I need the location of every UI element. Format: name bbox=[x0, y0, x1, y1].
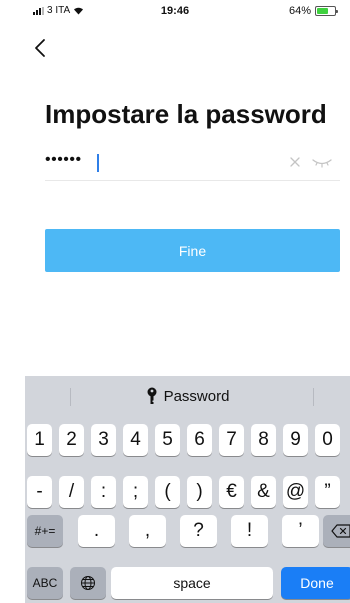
password-field[interactable]: •••••• bbox=[45, 145, 340, 181]
key-4[interactable]: 4 bbox=[123, 424, 148, 456]
done-button[interactable]: Fine bbox=[45, 229, 340, 272]
key-paren-close[interactable]: ) bbox=[187, 476, 212, 508]
key-quote[interactable]: ” bbox=[315, 476, 340, 508]
battery-group: 64% bbox=[289, 5, 339, 17]
key-slash[interactable]: / bbox=[59, 476, 84, 508]
key-paren-open[interactable]: ( bbox=[155, 476, 180, 508]
key-comma[interactable]: , bbox=[129, 515, 166, 547]
suggestion-bar: Password bbox=[25, 376, 350, 416]
text-cursor bbox=[97, 154, 99, 172]
page-title: Impostare la password bbox=[45, 99, 327, 129]
key-0[interactable]: 0 bbox=[315, 424, 340, 456]
key-3[interactable]: 3 bbox=[91, 424, 116, 456]
keyboard-done-key[interactable]: Done bbox=[281, 567, 350, 599]
key-hyphen[interactable]: - bbox=[27, 476, 52, 508]
key-7[interactable]: 7 bbox=[219, 424, 244, 456]
key-apostrophe[interactable]: ’ bbox=[282, 515, 319, 547]
key-colon[interactable]: : bbox=[91, 476, 116, 508]
back-button[interactable] bbox=[32, 37, 52, 59]
key-ampersand[interactable]: & bbox=[251, 476, 276, 508]
key-9[interactable]: 9 bbox=[283, 424, 308, 456]
password-input[interactable]: •••••• bbox=[45, 151, 82, 169]
keyboard: Password 1 2 3 4 5 6 7 8 9 0 - / : ; ( )… bbox=[25, 376, 350, 603]
abc-key[interactable]: ABC bbox=[27, 567, 63, 599]
key-question[interactable]: ? bbox=[180, 515, 217, 547]
globe-icon bbox=[81, 576, 95, 590]
suggestion-label: Password bbox=[163, 387, 230, 405]
key-exclamation[interactable]: ! bbox=[231, 515, 268, 547]
status-bar: 3 ITA 19:46 64% bbox=[0, 0, 350, 20]
close-icon[interactable] bbox=[287, 154, 303, 170]
battery-icon bbox=[315, 6, 339, 16]
key-6[interactable]: 6 bbox=[187, 424, 212, 456]
key-semicolon[interactable]: ; bbox=[123, 476, 148, 508]
key-5[interactable]: 5 bbox=[155, 424, 180, 456]
key-euro[interactable]: € bbox=[219, 476, 244, 508]
globe-key[interactable] bbox=[70, 567, 106, 599]
key-at[interactable]: @ bbox=[283, 476, 308, 508]
key-2[interactable]: 2 bbox=[59, 424, 84, 456]
space-key[interactable]: space bbox=[111, 567, 273, 599]
key-period[interactable]: . bbox=[78, 515, 115, 547]
key-1[interactable]: 1 bbox=[27, 424, 52, 456]
password-suggestion[interactable]: Password bbox=[25, 387, 350, 405]
key-icon bbox=[147, 387, 157, 404]
key-8[interactable]: 8 bbox=[251, 424, 276, 456]
backspace-icon bbox=[331, 524, 350, 538]
eye-closed-icon[interactable] bbox=[311, 155, 333, 169]
battery-percent: 64% bbox=[289, 5, 312, 17]
chevron-left-icon bbox=[35, 39, 45, 57]
delete-key[interactable] bbox=[323, 515, 350, 547]
symbols-toggle-key[interactable]: #+= bbox=[27, 515, 63, 547]
